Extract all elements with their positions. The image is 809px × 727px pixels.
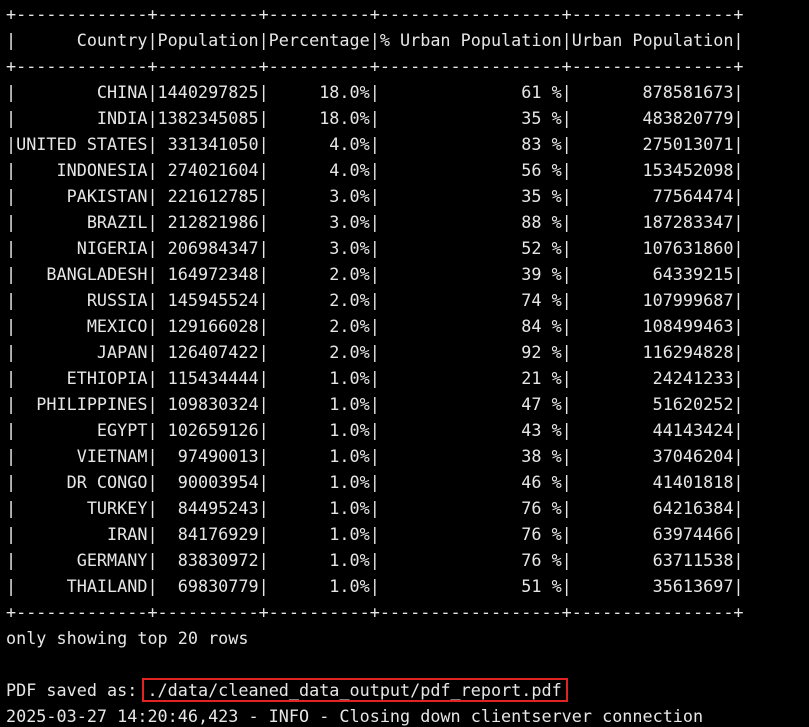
table-row: | JAPAN| 126407422| 2.0%| 92 %| 11629482… [6, 342, 744, 362]
table-row: | CHINA|1440297825| 18.0%| 61 %| 8785816… [6, 82, 744, 102]
table-row: | ETHIOPIA| 115434444| 1.0%| 21 %| 24241… [6, 368, 744, 388]
table-row: | INDONESIA| 274021604| 4.0%| 56 %| 1534… [6, 160, 744, 180]
table-header-row: | Country|Population|Percentage|% Urban … [6, 30, 744, 50]
log-line: 2025-03-27 14:20:46,423 - INFO - Closing… [6, 706, 704, 726]
table-body: | CHINA|1440297825| 18.0%| 61 %| 8785816… [6, 79, 809, 599]
table-row: | GERMANY| 83830972| 1.0%| 76 %| 6371153… [6, 550, 744, 570]
pdf-saved-line: PDF saved as: ./data/cleaned_data_output… [6, 677, 809, 703]
table-border-header: +-------------+----------+----------+---… [6, 56, 744, 76]
table-row: | RUSSIA| 145945524| 2.0%| 74 %| 1079996… [6, 290, 744, 310]
table-row: | MEXICO| 129166028| 2.0%| 84 %| 1084994… [6, 316, 744, 336]
rows-note: only showing top 20 rows [6, 628, 249, 648]
table-row: |UNITED STATES| 331341050| 4.0%| 83 %| 2… [6, 134, 744, 154]
table-row: | DR CONGO| 90003954| 1.0%| 46 %| 414018… [6, 472, 744, 492]
table-border-bottom: +-------------+----------+----------+---… [6, 602, 744, 622]
table-row: | TURKEY| 84495243| 1.0%| 76 %| 64216384… [6, 498, 744, 518]
table-row: | THAILAND| 69830779| 1.0%| 51 %| 356136… [6, 576, 744, 596]
table-row: | VIETNAM| 97490013| 1.0%| 38 %| 3704620… [6, 446, 744, 466]
pdf-saved-label: PDF saved as: [6, 680, 148, 700]
table-border-top: +-------------+----------+----------+---… [6, 4, 744, 24]
pdf-path-highlight: ./data/cleaned_data_output/pdf_report.pd… [142, 678, 568, 702]
table-row: | INDIA|1382345085| 18.0%| 35 %| 4838207… [6, 108, 744, 128]
table-row: | IRAN| 84176929| 1.0%| 76 %| 63974466| [6, 524, 744, 544]
table-row: | PAKISTAN| 221612785| 3.0%| 35 %| 77564… [6, 186, 744, 206]
table-row: | EGYPT| 102659126| 1.0%| 43 %| 44143424… [6, 420, 744, 440]
table-row: | BANGLADESH| 164972348| 2.0%| 39 %| 643… [6, 264, 744, 284]
table-row: | BRAZIL| 212821986| 3.0%| 88 %| 1872833… [6, 212, 744, 232]
terminal-output[interactable]: +-------------+----------+----------+---… [0, 0, 809, 727]
table-row: | NIGERIA| 206984347| 3.0%| 52 %| 107631… [6, 238, 744, 258]
table-row: | PHILIPPINES| 109830324| 1.0%| 47 %| 51… [6, 394, 744, 414]
